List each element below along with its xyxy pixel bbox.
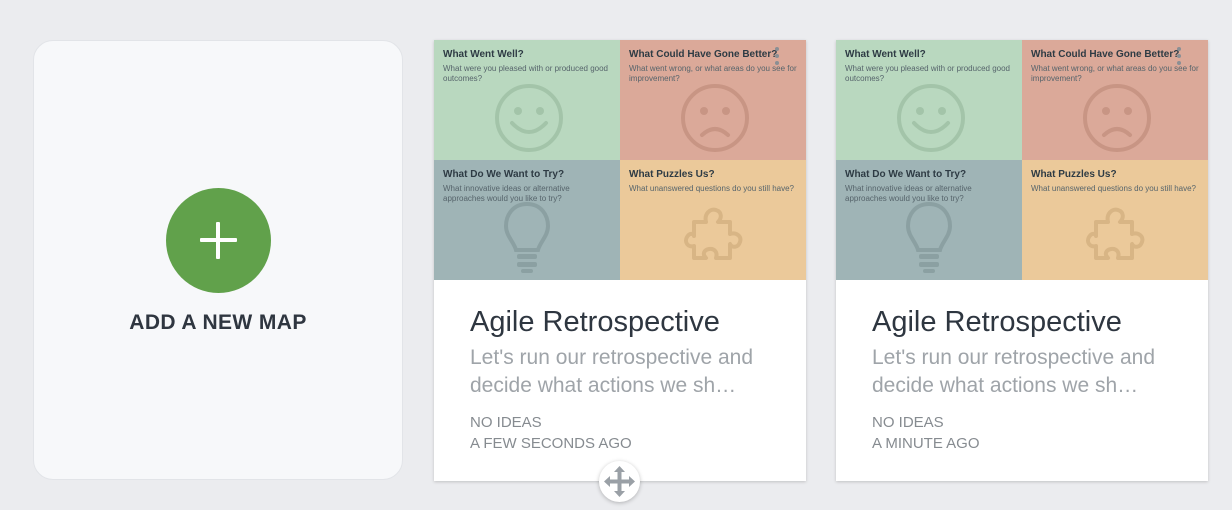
quadrant-title: What Went Well?	[443, 49, 524, 60]
retrospective-thumbnail: What Went Well? What were you pleased wi…	[836, 40, 1208, 280]
drag-handle[interactable]	[599, 461, 640, 502]
ideas-count: NO IDEAS	[470, 414, 542, 431]
quadrant-puzzles-us: What Puzzles Us? What unanswered questio…	[620, 160, 806, 280]
puzzle-icon	[683, 207, 743, 260]
smiley-icon	[495, 84, 563, 152]
quadrant-want-to-try: What Do We Want to Try? What innovative …	[434, 160, 620, 280]
smiley-icon	[897, 84, 965, 152]
frown-icon	[1083, 84, 1151, 152]
quadrant-subtitle: What were you pleased with or produced g…	[845, 64, 1010, 83]
add-new-map-label: ADD A NEW MAP	[129, 311, 307, 334]
ideas-count: NO IDEAS	[872, 414, 944, 431]
quadrant-subtitle: What innovative ideas or alternative app…	[845, 184, 972, 203]
plus-icon[interactable]	[166, 188, 271, 293]
card-menu-button[interactable]	[772, 44, 782, 74]
quadrant-could-be-better: What Could Have Gone Better? What went w…	[1022, 40, 1208, 160]
quadrant-puzzles-us: What Puzzles Us? What unanswered questio…	[1022, 160, 1208, 280]
quadrant-title: What Do We Want to Try?	[845, 169, 967, 180]
quadrant-went-well: What Went Well? What were you pleased wi…	[434, 40, 620, 160]
card-menu-button[interactable]	[1174, 44, 1184, 74]
quadrant-title: What Went Well?	[845, 49, 926, 60]
move-arrows-icon	[604, 466, 635, 497]
quadrant-subtitle: What were you pleased with or produced g…	[443, 64, 608, 83]
lightbulb-icon	[905, 201, 953, 273]
map-title: Agile Retrospective	[872, 306, 1122, 338]
quadrant-subtitle: What unanswered questions do you still h…	[629, 184, 794, 193]
quadrant-title: What Puzzles Us?	[1031, 169, 1117, 180]
map-description: Let's run our retrospective and decide w…	[872, 346, 1155, 397]
quadrant-subtitle: What unanswered questions do you still h…	[1031, 184, 1196, 193]
last-modified: A FEW SECONDS AGO	[470, 435, 632, 452]
map-card[interactable]: What Went Well? What were you pleased wi…	[434, 40, 806, 481]
quadrant-subtitle: What innovative ideas or alternative app…	[443, 184, 570, 203]
map-title: Agile Retrospective	[470, 306, 720, 338]
puzzle-icon	[1085, 207, 1145, 260]
quadrant-could-be-better: What Could Have Gone Better? What went w…	[620, 40, 806, 160]
quadrant-want-to-try: What Do We Want to Try? What innovative …	[836, 160, 1022, 280]
quadrant-went-well: What Went Well? What were you pleased wi…	[836, 40, 1022, 160]
quadrant-title: What Do We Want to Try?	[443, 169, 565, 180]
lightbulb-icon	[503, 201, 551, 273]
frown-icon	[681, 84, 749, 152]
last-modified: A MINUTE AGO	[872, 435, 980, 452]
map-card[interactable]: What Went Well? What were you pleased wi…	[836, 40, 1208, 481]
map-description: Let's run our retrospective and decide w…	[470, 346, 753, 397]
retrospective-thumbnail: What Went Well? What were you pleased wi…	[434, 40, 806, 280]
add-new-map-card[interactable]: ADD A NEW MAP	[33, 40, 403, 480]
quadrant-title: What Puzzles Us?	[629, 169, 715, 180]
